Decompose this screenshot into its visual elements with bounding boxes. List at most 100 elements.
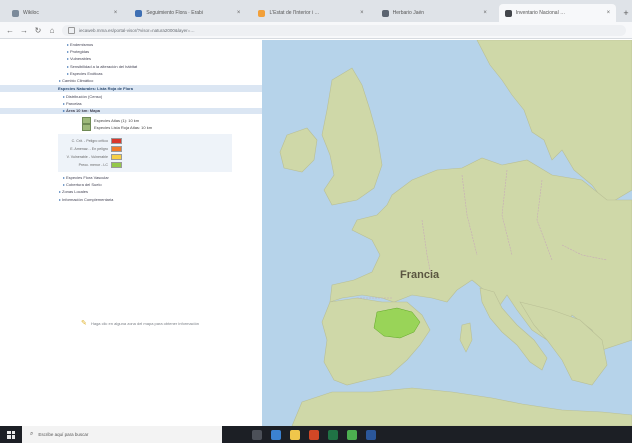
tab-favicon-icon: [381, 9, 389, 17]
section-header[interactable]: Especies Naturales: Lista Roja de Flora: [0, 85, 262, 93]
layer-tree-bottom: ▸ Especies Flora Vascular ▸ Cobertura del S…: [0, 175, 262, 202]
browser-tab[interactable]: Wikiloc ×: [6, 4, 123, 22]
tree-item[interactable]: ▸ Cambio Climático: [0, 78, 262, 84]
browser-tab[interactable]: Seguimiento Flora · Erabi ×: [129, 4, 246, 22]
tab-favicon-icon: [12, 9, 19, 17]
taskbar-apps: [252, 429, 376, 440]
tab-close-icon[interactable]: ×: [237, 10, 241, 16]
tree-item-label: Parcelas: [66, 101, 82, 107]
layer-list: Especies Atlas (1): 10 km Especies Lista …: [0, 116, 262, 131]
forward-arrow-icon[interactable]: →: [20, 26, 28, 35]
lock-icon: [68, 26, 75, 34]
info-hint: ✎ Haga clic en alguna zona del mapa para…: [80, 320, 200, 327]
tab-favicon-icon: [135, 9, 143, 17]
browser-tab-strip: Wikiloc × Seguimiento Flora · Erabi × L'Esta…: [0, 0, 632, 22]
legend-swatch: [111, 153, 122, 160]
tab-title: Seguimiento Flora · Erabi: [146, 10, 203, 16]
tree-item-label: Protegidas: [70, 49, 90, 55]
tree-item-label: Zonas Locales: [62, 189, 89, 195]
legend-swatch: [111, 145, 122, 152]
tab-title: Inventario Nacional …: [515, 10, 566, 16]
layer-item[interactable]: Especies Lista Roja Atlas: 10 km: [0, 123, 262, 131]
home-icon[interactable]: ⌂: [48, 26, 56, 35]
start-button[interactable]: [0, 426, 22, 443]
tree-item[interactable]: ▸ Vulnerables: [0, 56, 262, 62]
tab-close-icon[interactable]: ×: [483, 10, 487, 16]
back-arrow-icon[interactable]: ←: [6, 26, 14, 35]
tree-item[interactable]: ▸ Protegidas: [0, 49, 262, 55]
map-legend: C. Crít. - Peligro crítico E. Amenaz. - E…: [58, 133, 232, 172]
file-explorer-icon[interactable]: [290, 429, 300, 440]
tree-item-label: Sensibilidad a la alteración del hábitat: [70, 63, 138, 69]
tree-item-label: Vulnerables: [70, 56, 91, 62]
tree-item[interactable]: ▸ Distribución (Censo): [0, 94, 262, 100]
tab-favicon-icon: [258, 9, 266, 17]
tab-title: Herbario Jaén: [392, 10, 425, 16]
tree-item[interactable]: ▸ Especies Flora Vascular: [0, 175, 262, 181]
excel-icon[interactable]: [328, 429, 338, 440]
url-text: iecaweb.mma.es/portal-visor/?visor=natur…: [79, 27, 195, 33]
europe-map[interactable]: Francia: [262, 40, 632, 426]
legend-label: V. Vulnerable - Vulnerable: [66, 154, 108, 159]
task-view-icon[interactable]: [252, 429, 262, 440]
section-header-label: Especies Naturales: Lista Roja de Flora: [58, 86, 133, 92]
tab-close-icon[interactable]: ×: [360, 10, 364, 16]
layer-sidebar: ▸ Endemismos ▸ Protegidas ▸ Vulnerables ▸ Sensi…: [0, 40, 263, 426]
taskbar-search-placeholder: Escribe aquí para buscar: [38, 432, 89, 437]
legend-label: C. Crít. - Peligro crítico: [71, 138, 108, 143]
tree-item[interactable]: ▸ Sensibilidad a la alteración del hábita…: [0, 63, 262, 69]
tree-item-label: Área 10 km: Mapa: [66, 108, 101, 114]
tree-item-label: Cobertura del Suelo: [66, 182, 102, 188]
legend-label: Preoc. menor - LC: [78, 162, 108, 167]
browser-tab[interactable]: L'Estat de l'Interior i … ×: [252, 4, 369, 22]
hint-text: Haga clic en alguna zona del mapa para o…: [90, 321, 200, 326]
powerpoint-icon[interactable]: [309, 429, 319, 440]
legend-entry: Preoc. menor - LC: [58, 161, 232, 169]
edge-icon[interactable]: [271, 429, 281, 440]
tree-item[interactable]: ▸ Zonas Locales: [0, 189, 262, 195]
tree-item-label: Endemismos: [70, 41, 94, 47]
layer-tree-top: ▸ Endemismos ▸ Protegidas ▸ Vulnerables ▸ Sensi…: [0, 42, 262, 83]
address-bar[interactable]: iecaweb.mma.es/portal-visor/?visor=natur…: [62, 24, 626, 36]
legend-entry: V. Vulnerable - Vulnerable: [58, 153, 232, 161]
tree-item-label: Especies Flora Vascular: [66, 174, 109, 180]
layer-item[interactable]: Especies Atlas (1): 10 km: [0, 116, 262, 124]
tree-item[interactable]: ▸ Área 10 km: Mapa: [0, 108, 262, 114]
map-view[interactable]: Francia: [262, 40, 632, 426]
browser-tab[interactable]: Inventario Nacional … ×: [498, 4, 617, 22]
map-layer-icon: [82, 116, 91, 124]
map-layer-icon: [82, 123, 91, 131]
tree-item-label: Información Complementaria: [62, 196, 114, 202]
tab-favicon-icon: [504, 9, 512, 17]
tree-item-label: Cambio Climático: [62, 77, 94, 83]
tree-item[interactable]: ▸ Información Complementaria: [0, 196, 262, 202]
lightbulb-icon: ✎: [80, 320, 87, 328]
browser-toolbar: ← → ↻ ⌂ iecaweb.mma.es/portal-visor/?vis…: [0, 22, 632, 39]
tree-item[interactable]: ▸ Endemismos: [0, 42, 262, 48]
tree-item[interactable]: ▸ Cobertura del Suelo: [0, 182, 262, 188]
word-icon[interactable]: [366, 429, 376, 440]
tab-close-icon[interactable]: ×: [607, 10, 611, 16]
tree-item-label: Distribución (Censo): [66, 94, 103, 100]
new-tab-button[interactable]: +: [620, 7, 632, 19]
browser-tab[interactable]: Herbario Jaén ×: [376, 4, 493, 22]
legend-entry: E. Amenaz. - En peligro: [58, 145, 232, 153]
legend-label: E. Amenaz. - En peligro: [70, 146, 108, 151]
taskbar-search[interactable]: ⌕ Escribe aquí para buscar: [22, 426, 222, 443]
windows-logo-icon: [7, 430, 15, 439]
tree-item[interactable]: ▸ Parcelas: [0, 101, 262, 107]
tab-title: L'Estat de l'Interior i …: [269, 10, 320, 16]
tab-title: Wikiloc: [23, 10, 39, 16]
legend-swatch: [111, 137, 122, 144]
search-icon: ⌕: [30, 431, 34, 437]
legend-swatch: [111, 161, 122, 168]
tree-item-label: Especies Exóticas: [70, 70, 103, 76]
map-label-france: Francia: [400, 269, 440, 281]
reload-icon[interactable]: ↻: [34, 26, 42, 35]
legend-entry: C. Crít. - Peligro crítico: [58, 137, 232, 145]
tab-close-icon[interactable]: ×: [114, 10, 118, 16]
chrome-icon[interactable]: [347, 429, 357, 440]
tree-item[interactable]: ▸ Especies Exóticas: [0, 70, 262, 76]
layer-label: Especies Atlas (1): 10 km: [94, 117, 140, 123]
layer-tree-mid: ▸ Distribución (Censo) ▸ Parcelas ▸ Área 10 k…: [0, 94, 262, 114]
